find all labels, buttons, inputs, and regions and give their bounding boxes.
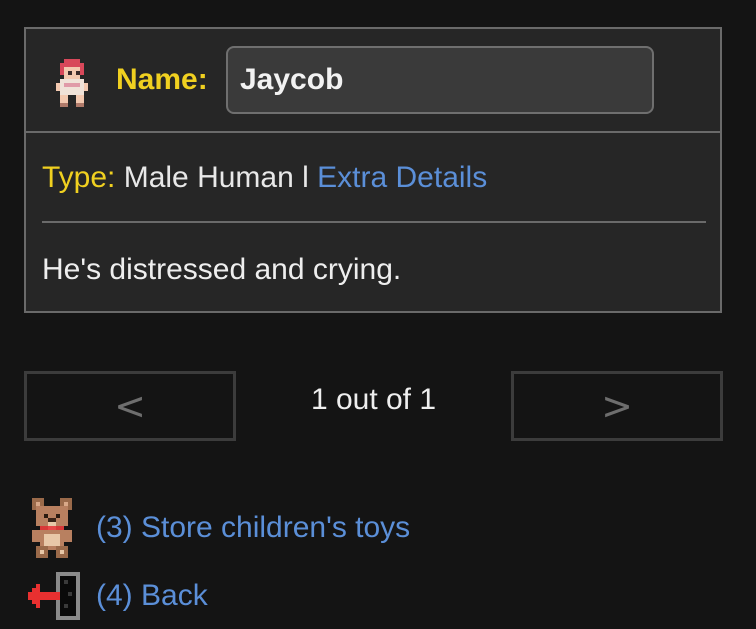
- type-separator: l: [302, 161, 309, 194]
- next-page-button[interactable]: >: [511, 371, 723, 441]
- type-row: Type: Male Human l Extra Details: [42, 161, 487, 195]
- character-description: He's distressed and crying.: [42, 253, 402, 286]
- store-toys-action[interactable]: (3) Store children's toys: [24, 498, 410, 558]
- store-toys-label[interactable]: (3) Store children's toys: [96, 511, 410, 545]
- name-input[interactable]: [226, 46, 654, 114]
- character-header: Name:: [26, 29, 720, 133]
- extra-details-link[interactable]: Extra Details: [317, 161, 487, 194]
- back-action[interactable]: (4) Back: [24, 566, 208, 626]
- page-status: 1 out of 1: [310, 383, 437, 416]
- exit-door-arrow-icon: [24, 566, 80, 626]
- divider: [42, 221, 706, 223]
- previous-page-button[interactable]: <: [24, 371, 236, 441]
- name-label: Name:: [116, 63, 208, 96]
- back-label[interactable]: (4) Back: [96, 579, 208, 613]
- type-value: Male Human: [123, 161, 294, 194]
- character-card: Name: Type: Male Human l Extra Details H…: [24, 27, 722, 313]
- baby-icon: [52, 59, 92, 107]
- type-label: Type:: [42, 161, 116, 194]
- teddy-bear-icon: [24, 498, 80, 558]
